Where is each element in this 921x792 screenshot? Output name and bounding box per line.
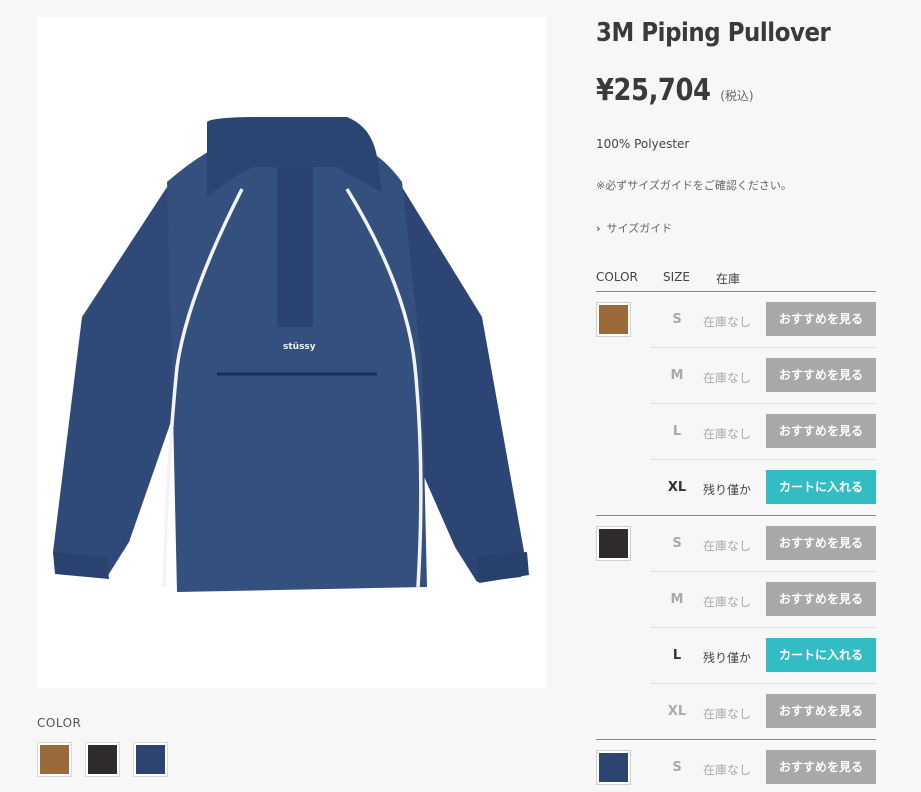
pullover-illustration: stüssy bbox=[53, 117, 529, 592]
size-label: L bbox=[672, 648, 682, 663]
stock-status: 在庫なし bbox=[703, 371, 752, 385]
row-divider bbox=[651, 403, 876, 404]
size-guide-label: サイズガイド bbox=[606, 222, 673, 235]
size-label: S bbox=[672, 312, 682, 327]
size-label: M bbox=[670, 368, 684, 383]
header-color: COLOR bbox=[596, 270, 638, 284]
row-divider bbox=[651, 627, 876, 628]
stock-status: 在庫なし bbox=[703, 539, 752, 553]
add-to-cart-button[interactable]: カートに入れる bbox=[766, 470, 876, 504]
group-divider bbox=[596, 515, 876, 516]
stock-status: 在庫なし bbox=[703, 315, 752, 329]
tax-note: (税込) bbox=[720, 89, 754, 103]
chevron-right-icon: › bbox=[596, 222, 601, 235]
stock-status: 在庫なし bbox=[703, 763, 752, 777]
inventory-color-brown bbox=[596, 302, 631, 337]
size-label: XL bbox=[667, 704, 687, 719]
add-to-cart-button[interactable]: カートに入れる bbox=[766, 638, 876, 672]
size-label: S bbox=[672, 760, 682, 775]
product-image: stüssy bbox=[37, 17, 546, 688]
inventory-color-black bbox=[596, 526, 631, 561]
size-label: S bbox=[672, 536, 682, 551]
size-label: L bbox=[672, 424, 682, 439]
swatch-black[interactable] bbox=[85, 742, 120, 777]
size-label: XL bbox=[667, 480, 687, 495]
recommend-button[interactable]: おすすめを見る bbox=[766, 694, 876, 728]
row-divider bbox=[651, 571, 876, 572]
row-divider bbox=[651, 347, 876, 348]
color-swatches bbox=[37, 742, 168, 777]
material-text: 100% Polyester bbox=[596, 137, 690, 151]
row-divider bbox=[651, 683, 876, 684]
swatch-brown[interactable] bbox=[37, 742, 72, 777]
group-divider bbox=[596, 739, 876, 740]
stock-status: 在庫なし bbox=[703, 707, 752, 721]
price-row: ¥25,704 (税込) bbox=[596, 73, 754, 108]
size-guide-link[interactable]: › サイズガイド bbox=[596, 220, 672, 236]
row-divider bbox=[651, 459, 876, 460]
header-divider bbox=[596, 291, 876, 292]
recommend-button[interactable]: おすすめを見る bbox=[766, 414, 876, 448]
inventory-color-navy bbox=[596, 750, 631, 785]
stock-status: 残り僅か bbox=[703, 483, 752, 497]
stock-status: 在庫なし bbox=[703, 595, 752, 609]
size-label: M bbox=[670, 592, 684, 607]
recommend-button[interactable]: おすすめを見る bbox=[766, 302, 876, 336]
size-notice: ※必ずサイズガイドをご確認ください。 bbox=[596, 179, 792, 192]
swatch-navy[interactable] bbox=[133, 742, 168, 777]
recommend-button[interactable]: おすすめを見る bbox=[766, 526, 876, 560]
header-size: SIZE bbox=[663, 270, 690, 284]
header-stock: 在庫 bbox=[716, 272, 741, 286]
product-title: 3M Piping Pullover bbox=[596, 18, 831, 48]
recommend-button[interactable]: おすすめを見る bbox=[766, 750, 876, 784]
brand-logo: stüssy bbox=[283, 342, 316, 352]
product-price: ¥25,704 bbox=[596, 73, 711, 108]
recommend-button[interactable]: おすすめを見る bbox=[766, 582, 876, 616]
stock-status: 在庫なし bbox=[703, 427, 752, 441]
stock-status: 残り僅か bbox=[703, 651, 752, 665]
recommend-button[interactable]: おすすめを見る bbox=[766, 358, 876, 392]
color-section-label: COLOR bbox=[37, 716, 82, 730]
